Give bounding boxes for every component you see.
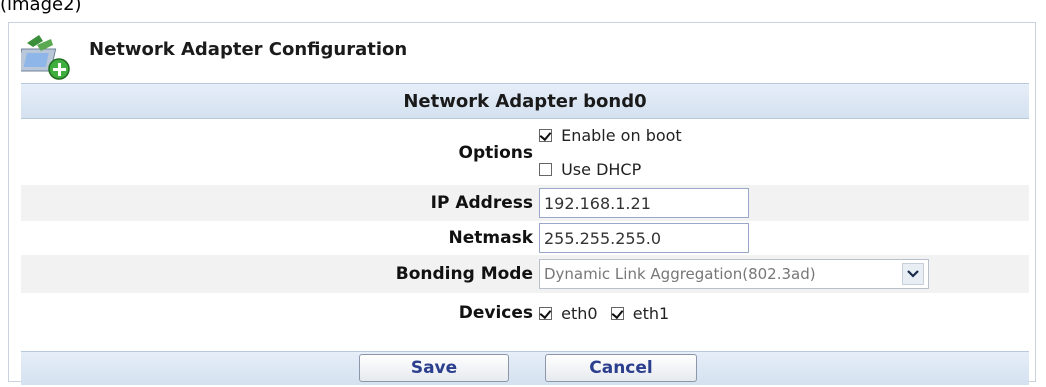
eth1-label: eth1 [632, 304, 670, 323]
cancel-button[interactable]: Cancel [545, 354, 697, 382]
options-row: Options Enable on boot Use DHCP [21, 119, 1029, 185]
window-title: Network Adapter Configuration [89, 39, 408, 60]
chevron-down-icon[interactable] [902, 263, 924, 285]
ip-address-input[interactable] [539, 188, 749, 218]
options-label: Options [458, 143, 533, 163]
devices-label: Devices [458, 303, 533, 323]
network-adapter-icon [16, 33, 77, 81]
device-option-eth1[interactable]: eth1 [610, 303, 670, 323]
button-bar: Save Cancel [21, 351, 1029, 385]
bonding-mode-select[interactable]: Dynamic Link Aggregation(802.3ad) [539, 259, 929, 289]
eth0-label: eth0 [561, 304, 598, 323]
image-caption: (image2) [0, 0, 82, 15]
enable-on-boot-checkbox[interactable] [539, 129, 552, 142]
bonding-mode-row: Bonding Mode Dynamic Link Aggregation(80… [21, 255, 1029, 293]
eth1-checkbox[interactable] [610, 307, 624, 320]
bonding-mode-label: Bonding Mode [395, 264, 533, 284]
device-option-eth0[interactable]: eth0 [539, 303, 603, 323]
ip-address-row: IP Address [21, 185, 1029, 221]
save-button[interactable]: Save [359, 354, 509, 382]
enable-on-boot-label: Enable on boot [561, 126, 682, 145]
use-dhcp-checkbox[interactable] [539, 163, 552, 176]
use-dhcp-option[interactable]: Use DHCP [539, 159, 641, 179]
eth0-checkbox[interactable] [539, 307, 552, 320]
section-header: Network Adapter bond0 [21, 83, 1029, 119]
bonding-mode-value: Dynamic Link Aggregation(802.3ad) [544, 265, 816, 283]
ip-address-label: IP Address [430, 193, 533, 213]
netmask-row: Netmask [21, 221, 1029, 255]
title-bar: Network Adapter Configuration [9, 23, 1035, 83]
netmask-input[interactable] [539, 223, 749, 253]
use-dhcp-label: Use DHCP [561, 160, 642, 179]
devices-row: Devices eth0 eth1 [21, 293, 1029, 331]
configuration-panel: Network Adapter Configuration Network Ad… [8, 22, 1036, 385]
netmask-label: Netmask [448, 228, 534, 248]
enable-on-boot-option[interactable]: Enable on boot [539, 125, 682, 145]
